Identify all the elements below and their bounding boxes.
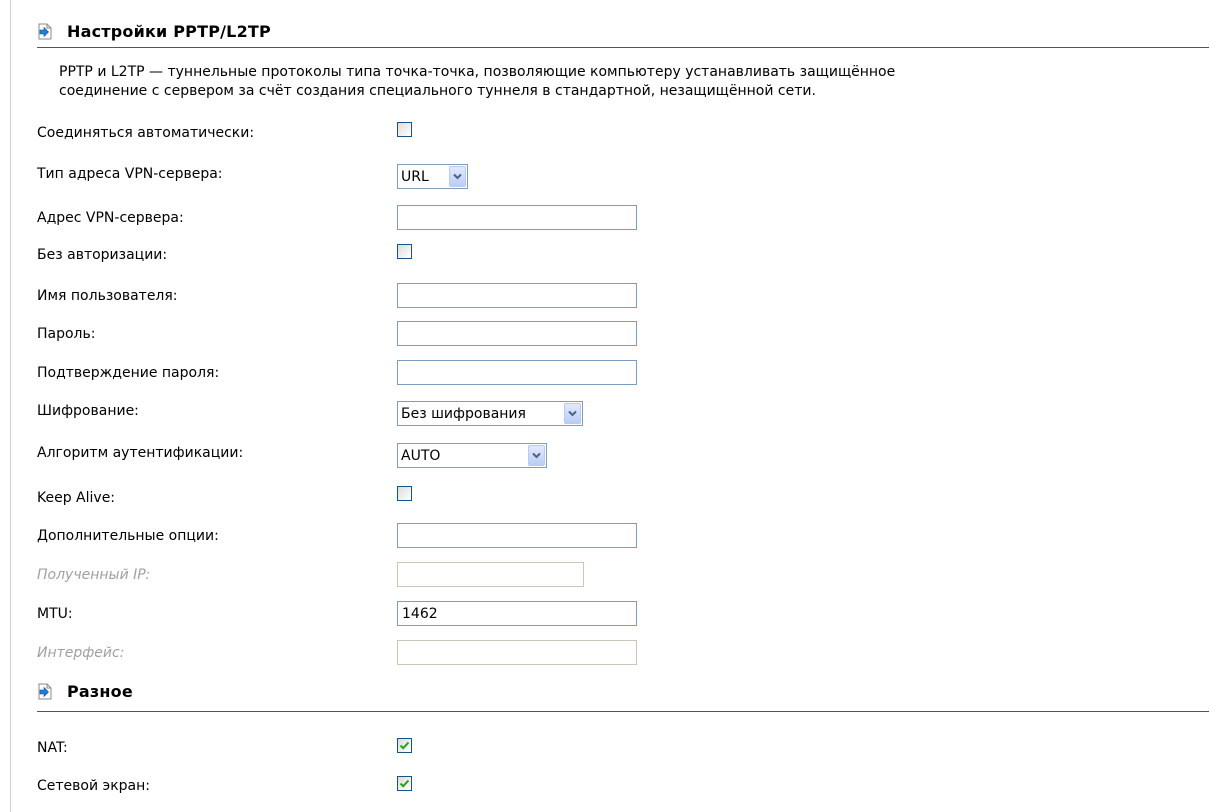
keep-alive-label: Keep Alive: xyxy=(37,490,116,506)
chevron-down-icon xyxy=(453,173,462,180)
nat-checkbox[interactable] xyxy=(397,738,412,753)
chevron-down-icon xyxy=(568,410,577,417)
password-input[interactable] xyxy=(397,321,637,346)
password-confirm-input[interactable] xyxy=(397,360,637,385)
mtu-label: MTU: xyxy=(37,606,73,622)
vpn-address-type-dropdown-button[interactable] xyxy=(449,166,466,187)
extra-options-input[interactable] xyxy=(397,523,637,548)
misc-section-title: Разное xyxy=(67,681,133,701)
auth-algorithm-select[interactable]: AUTO xyxy=(397,443,547,468)
password-label: Пароль: xyxy=(37,326,96,342)
auto-connect-label: Соединяться автоматически: xyxy=(37,125,255,141)
received-ip-label: Полученный IP: xyxy=(37,567,151,583)
auto-connect-checkbox[interactable] xyxy=(397,122,412,137)
mtu-input[interactable] xyxy=(397,601,637,626)
keep-alive-checkbox[interactable] xyxy=(397,486,412,501)
received-ip-input xyxy=(397,562,584,587)
checkmark-icon xyxy=(399,779,410,788)
chevron-down-icon xyxy=(532,452,541,459)
misc-section-header: Разное xyxy=(37,678,133,704)
interface-label: Интерфейс: xyxy=(37,645,125,661)
page-arrow-icon xyxy=(38,23,52,39)
auth-algorithm-label: Алгоритм аутентификации: xyxy=(37,445,244,461)
page-arrow-icon xyxy=(38,683,52,699)
no-auth-checkbox[interactable] xyxy=(397,244,412,259)
pptp-section-divider xyxy=(37,47,1209,48)
interface-input xyxy=(397,640,637,665)
left-border xyxy=(10,0,11,812)
pptp-section-header: Настройки PPTP/L2TP xyxy=(37,18,271,44)
pptp-section-title: Настройки PPTP/L2TP xyxy=(67,21,271,41)
password-confirm-label: Подтверждение пароля: xyxy=(37,365,220,381)
pptp-description-line-1: PPTP и L2TP — туннельные протоколы типа … xyxy=(59,64,896,80)
username-input[interactable] xyxy=(397,283,637,308)
pptp-description-line-2: соединение с сервером за счёт создания с… xyxy=(59,83,816,99)
checkmark-icon xyxy=(399,741,410,750)
firewall-label: Сетевой экран: xyxy=(37,778,150,794)
vpn-address-type-value: URL xyxy=(401,168,429,185)
firewall-checkbox[interactable] xyxy=(397,776,412,791)
auth-algorithm-value: AUTO xyxy=(401,447,441,464)
no-auth-label: Без авторизации: xyxy=(37,247,168,263)
vpn-address-type-select[interactable]: URL xyxy=(397,164,468,189)
nat-label: NAT: xyxy=(37,740,68,756)
username-label: Имя пользователя: xyxy=(37,288,178,304)
vpn-server-address-input[interactable] xyxy=(397,205,637,230)
auth-algorithm-dropdown-button[interactable] xyxy=(528,445,545,466)
encryption-label: Шифрование: xyxy=(37,403,139,419)
encryption-select[interactable]: Без шифрования xyxy=(397,401,583,426)
encryption-dropdown-button[interactable] xyxy=(564,403,581,424)
extra-options-label: Дополнительные опции: xyxy=(37,528,219,544)
encryption-value: Без шифрования xyxy=(401,405,526,422)
vpn-server-address-label: Адрес VPN-сервера: xyxy=(37,210,184,226)
vpn-address-type-label: Тип адреса VPN-сервера: xyxy=(37,166,223,182)
pptp-description: PPTP и L2TP — туннельные протоколы типа … xyxy=(59,63,1159,101)
misc-section-divider xyxy=(37,711,1209,712)
